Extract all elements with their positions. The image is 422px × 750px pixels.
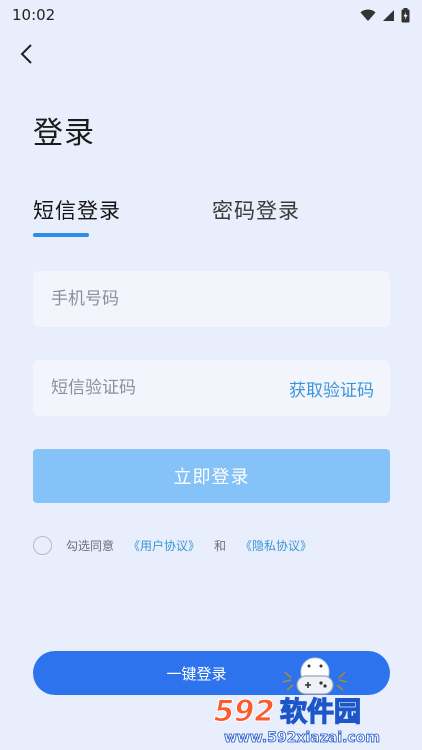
- tab-password-login[interactable]: 密码登录: [212, 195, 300, 225]
- svg-text:软件园: 软件园: [280, 697, 361, 728]
- page-title: 登录: [33, 116, 95, 151]
- sms-code-input[interactable]: [49, 377, 253, 399]
- agreement-checkbox[interactable]: [33, 536, 52, 555]
- user-agreement-link[interactable]: 《用户协议》: [128, 537, 200, 554]
- login-button[interactable]: 立即登录: [33, 449, 390, 503]
- agreement-and: 和: [214, 539, 227, 553]
- phone-field: [33, 271, 390, 327]
- privacy-agreement-link[interactable]: 《隐私协议》: [240, 537, 312, 554]
- watermark-logo: 592 软件园 www.592xiazai.com: [214, 694, 381, 747]
- phone-input[interactable]: [49, 288, 374, 310]
- get-code-button[interactable]: 获取验证码: [289, 376, 374, 401]
- battery-icon: [401, 7, 410, 22]
- agreement-prefix: 勾选同意: [66, 539, 115, 553]
- one-click-login-label: 一键登录: [166, 664, 227, 683]
- status-time: 10:02: [12, 6, 56, 24]
- back-button[interactable]: [12, 40, 40, 68]
- svg-text:www.592xiazai.com: www.592xiazai.com: [224, 730, 380, 746]
- tab-sms-login[interactable]: 短信登录: [33, 195, 121, 225]
- status-bar: 10:02: [0, 0, 422, 30]
- watermark: 592 软件园 www.592xiazai.com: [210, 690, 420, 748]
- chevron-left-icon: [20, 44, 32, 64]
- sms-code-field: 获取验证码: [33, 360, 390, 416]
- agreement-row: 勾选同意 《用户协议》 和 《隐私协议》: [33, 536, 322, 555]
- signal-icon: [383, 9, 394, 21]
- status-icons: [360, 7, 410, 23]
- tab-indicator: [33, 233, 89, 237]
- svg-text:592: 592: [214, 694, 275, 728]
- wifi-icon: [360, 9, 376, 21]
